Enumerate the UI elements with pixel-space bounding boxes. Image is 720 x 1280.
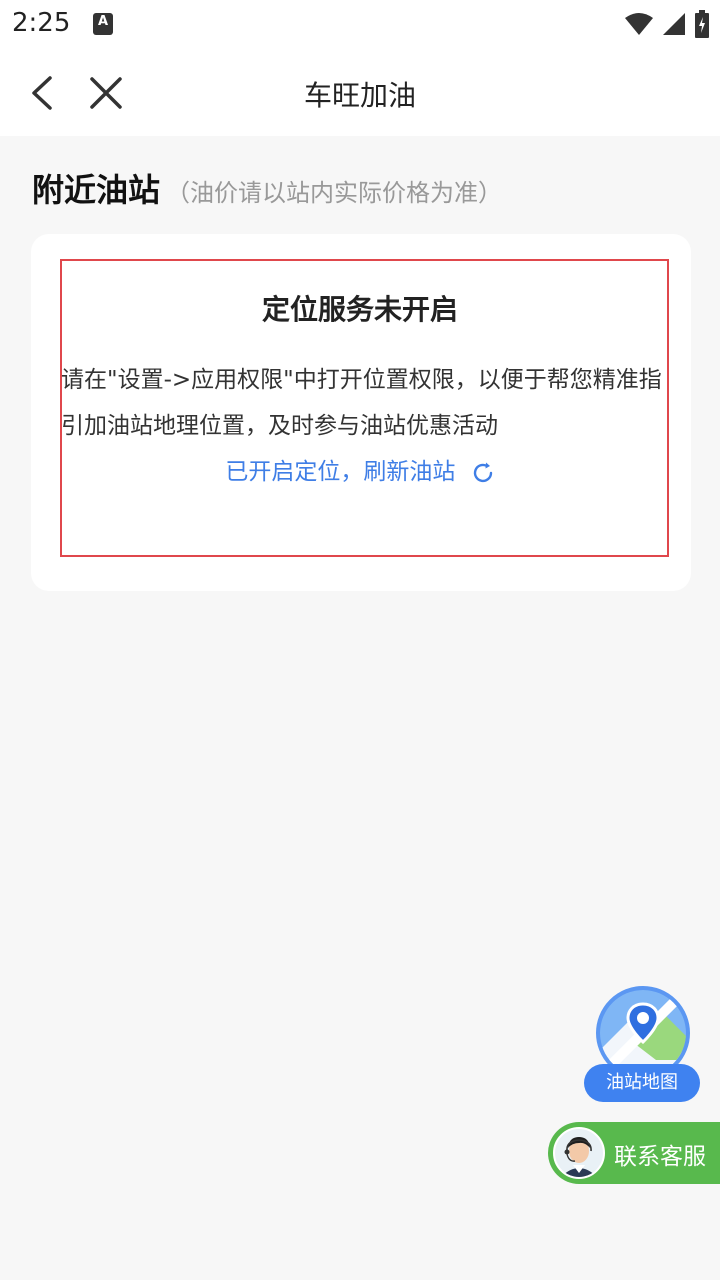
section-header: 附近油站 （油价请以站内实际价格为准） [32,165,502,211]
nav-bar: 车旺加油 [0,50,720,136]
status-time: 2:25 [12,8,71,38]
refresh-link-label: 已开启定位，刷新油站 [225,459,456,485]
wifi-icon [625,13,653,35]
refresh-icon [473,462,492,482]
refresh-stations-link[interactable]: 已开启定位，刷新油站 [0,452,720,486]
signal-icon [663,13,685,35]
service-avatar [553,1127,605,1179]
section-note: （油价请以站内实际价格为准） [166,179,503,207]
map-label: 油站地图 [584,1064,700,1102]
service-label: 联系客服 [614,1144,706,1170]
section-title: 附近油站 [32,171,161,209]
contact-service-button[interactable]: 联系客服 [548,1122,720,1184]
card-heading: 定位服务未开启 [261,293,458,326]
status-icons [624,10,710,38]
station-map-button[interactable]: 油站地图 [584,986,700,1104]
status-bar: 2:25 A [0,0,720,50]
battery-icon [695,10,709,38]
agent-avatar-icon [555,1129,603,1177]
card-body: 请在"设置->应用权限"中打开位置权限，以便于帮您精准指引加油站地理位置，及时参… [61,367,662,439]
notification-icon: A [93,13,113,35]
page-title: 车旺加油 [303,79,416,112]
